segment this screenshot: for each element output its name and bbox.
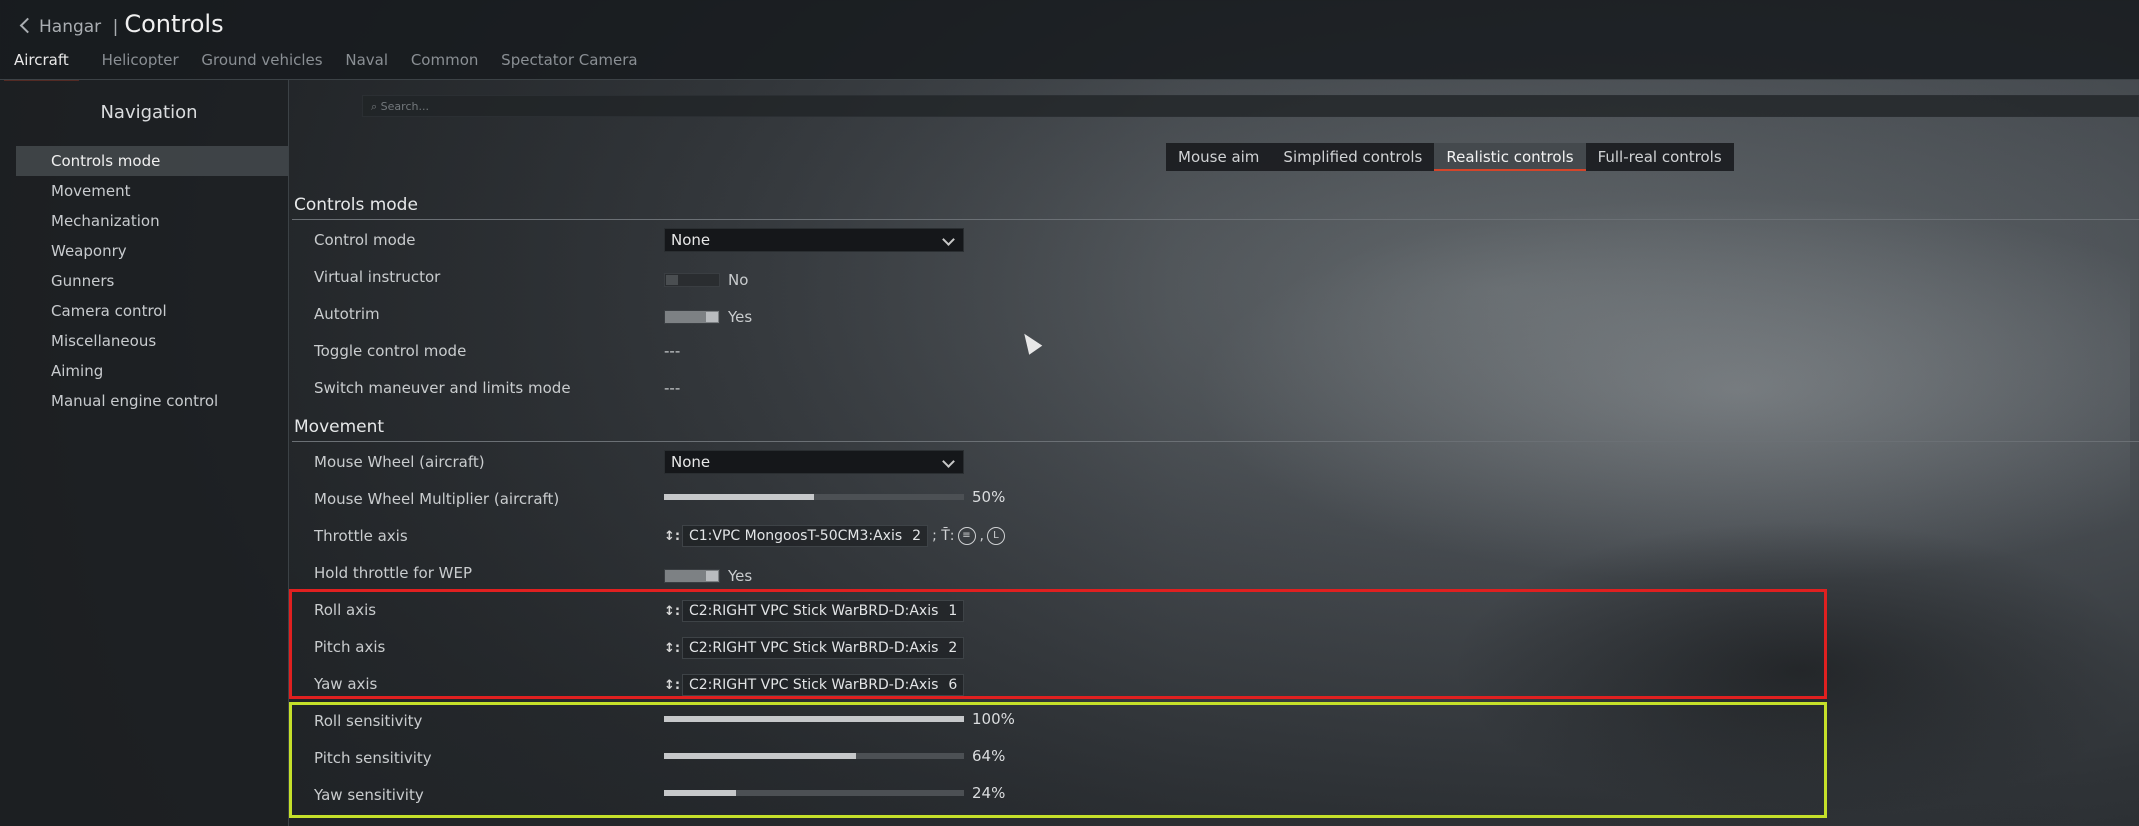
throttle-axis-binding[interactable]: C1:VPC MongoosT-50CM3:Axis 2 <box>682 525 929 547</box>
setting-row-switch-maneuver: Switch maneuver and limits mode --- <box>292 371 2139 405</box>
setting-row-autotrim: Autotrim Yes <box>292 297 2139 331</box>
nav-item-gunners[interactable]: Gunners <box>16 266 288 296</box>
nav-item-manual-engine-control[interactable]: Manual engine control <box>16 386 288 416</box>
tab-common[interactable]: Common <box>411 48 479 79</box>
navigation-title: Navigation <box>100 102 198 123</box>
setting-row-control-mode: Control mode None <box>292 223 2139 257</box>
mode-realistic-controls[interactable]: Realistic controls <box>1434 143 1586 171</box>
axis-number: 2 <box>912 528 922 544</box>
l-circle-icon[interactable]: L <box>986 527 1005 545</box>
virtual-instructor-toggle[interactable]: No <box>664 269 748 293</box>
autotrim-toggle[interactable]: Yes <box>664 306 752 330</box>
mode-full-real-controls[interactable]: Full-real controls <box>1586 143 1734 171</box>
navigation-panel: Navigation Controls mode Movement Mechan… <box>0 80 289 826</box>
menu-circle-icon[interactable]: ≡ <box>957 527 976 545</box>
chevron-down-icon <box>942 233 955 246</box>
throttle-axis-binding-group: ↕: C1:VPC MongoosT-50CM3:Axis 2 ; T̄: ≡, L <box>664 525 1005 549</box>
nav-item-movement[interactable]: Movement <box>16 176 288 206</box>
tab-ground-vehicles[interactable]: Ground vehicles <box>201 48 322 79</box>
breadcrumb: Hangar | Controls <box>19 10 224 38</box>
toggle-control-mode-binding[interactable]: --- <box>664 339 680 363</box>
setting-label: Mouse Wheel (aircraft) <box>314 453 485 471</box>
tab-naval[interactable]: Naval <box>345 48 388 79</box>
setting-label: Autotrim <box>314 305 380 323</box>
section-divider <box>292 441 2139 442</box>
mouse-wheel-multiplier-slider-group: 50% <box>664 486 1005 510</box>
toggle-value: Yes <box>728 566 753 585</box>
nav-item-aiming[interactable]: Aiming <box>16 356 288 386</box>
toggle-value: Yes <box>728 307 753 326</box>
tab-spectator-camera[interactable]: Spectator Camera <box>501 48 637 79</box>
setting-row-throttle-axis: Throttle axis ↕: C1:VPC MongoosT-50CM3:Ax… <box>292 519 2139 553</box>
mode-simplified-controls[interactable]: Simplified controls <box>1271 143 1434 171</box>
tab-aircraft[interactable]: Aircraft <box>4 48 79 81</box>
chevron-left-icon <box>19 17 36 33</box>
slider-value: 50% <box>972 487 1006 506</box>
vehicle-tabs: Aircraft Helicopter Ground vehicles Nava… <box>4 48 656 81</box>
setting-label: Throttle axis <box>314 527 408 545</box>
back-label: Hangar <box>39 17 102 37</box>
header-divider <box>0 79 2139 80</box>
back-button[interactable]: Hangar <box>19 17 107 37</box>
search-placeholder: Search... <box>380 100 429 113</box>
breadcrumb-separator: | <box>112 17 119 37</box>
section-title-controls-mode: Controls mode <box>294 195 418 215</box>
mode-mouse-aim[interactable]: Mouse aim <box>1166 143 1271 171</box>
setting-row-mouse-wheel-multiplier: Mouse Wheel Multiplier (aircraft) 50% <box>292 482 2139 516</box>
nav-item-weaponry[interactable]: Weaponry <box>16 236 288 266</box>
nav-item-miscellaneous[interactable]: Miscellaneous <box>16 326 288 356</box>
throttle-comma: , <box>979 528 984 544</box>
setting-label: Mouse Wheel Multiplier (aircraft) <box>314 490 560 508</box>
setting-label: Hold throttle for WEP <box>314 564 472 582</box>
search-icon: ⌕ <box>371 100 378 113</box>
setting-label: Toggle control mode <box>314 342 467 360</box>
setting-row-virtual-instructor: Virtual instructor No <box>292 260 2139 294</box>
setting-row-toggle-control-mode: Toggle control mode --- <box>292 334 2139 368</box>
navigation-list: Controls mode Movement Mechanization Wea… <box>16 146 288 416</box>
controls-mode-tabs: Mouse aim Simplified controls Realistic … <box>1166 143 1734 171</box>
setting-label: Virtual instructor <box>314 268 441 286</box>
mouse-wheel-dropdown[interactable]: None <box>664 450 964 474</box>
axis-arrow-icon: ↕: <box>664 528 681 544</box>
sensitivity-highlight-box <box>289 702 1827 818</box>
header: Hangar | Controls Aircraft Helicopter Gro… <box>0 0 2139 81</box>
setting-label: Control mode <box>314 231 416 249</box>
setting-row-mouse-wheel: Mouse Wheel (aircraft) None <box>292 445 2139 479</box>
setting-row-hold-throttle: Hold throttle for WEP Yes <box>292 556 2139 590</box>
nav-item-controls-mode[interactable]: Controls mode <box>16 146 288 176</box>
dropdown-value: None <box>671 453 711 471</box>
control-mode-dropdown[interactable]: None <box>664 228 964 252</box>
page-title: Controls <box>124 10 224 38</box>
switch-maneuver-binding[interactable]: --- <box>664 376 680 400</box>
nav-item-camera-control[interactable]: Camera control <box>16 296 288 326</box>
search-input[interactable]: ⌕ Search... <box>362 95 2139 117</box>
section-divider <box>292 219 2139 220</box>
hold-throttle-toggle[interactable]: Yes <box>664 565 752 589</box>
dropdown-value: None <box>671 231 711 249</box>
section-title-movement: Movement <box>294 417 385 437</box>
axis-highlight-box <box>289 589 1827 699</box>
mouse-wheel-multiplier-slider[interactable] <box>664 493 964 500</box>
tab-helicopter[interactable]: Helicopter <box>102 48 179 79</box>
nav-item-mechanization[interactable]: Mechanization <box>16 206 288 236</box>
throttle-extra-text: ; T̄: <box>932 528 955 544</box>
chevron-down-icon <box>942 455 955 468</box>
setting-label: Switch maneuver and limits mode <box>314 379 571 397</box>
binding-text: C1:VPC MongoosT-50CM3:Axis <box>689 528 903 544</box>
toggle-value: No <box>728 270 749 289</box>
